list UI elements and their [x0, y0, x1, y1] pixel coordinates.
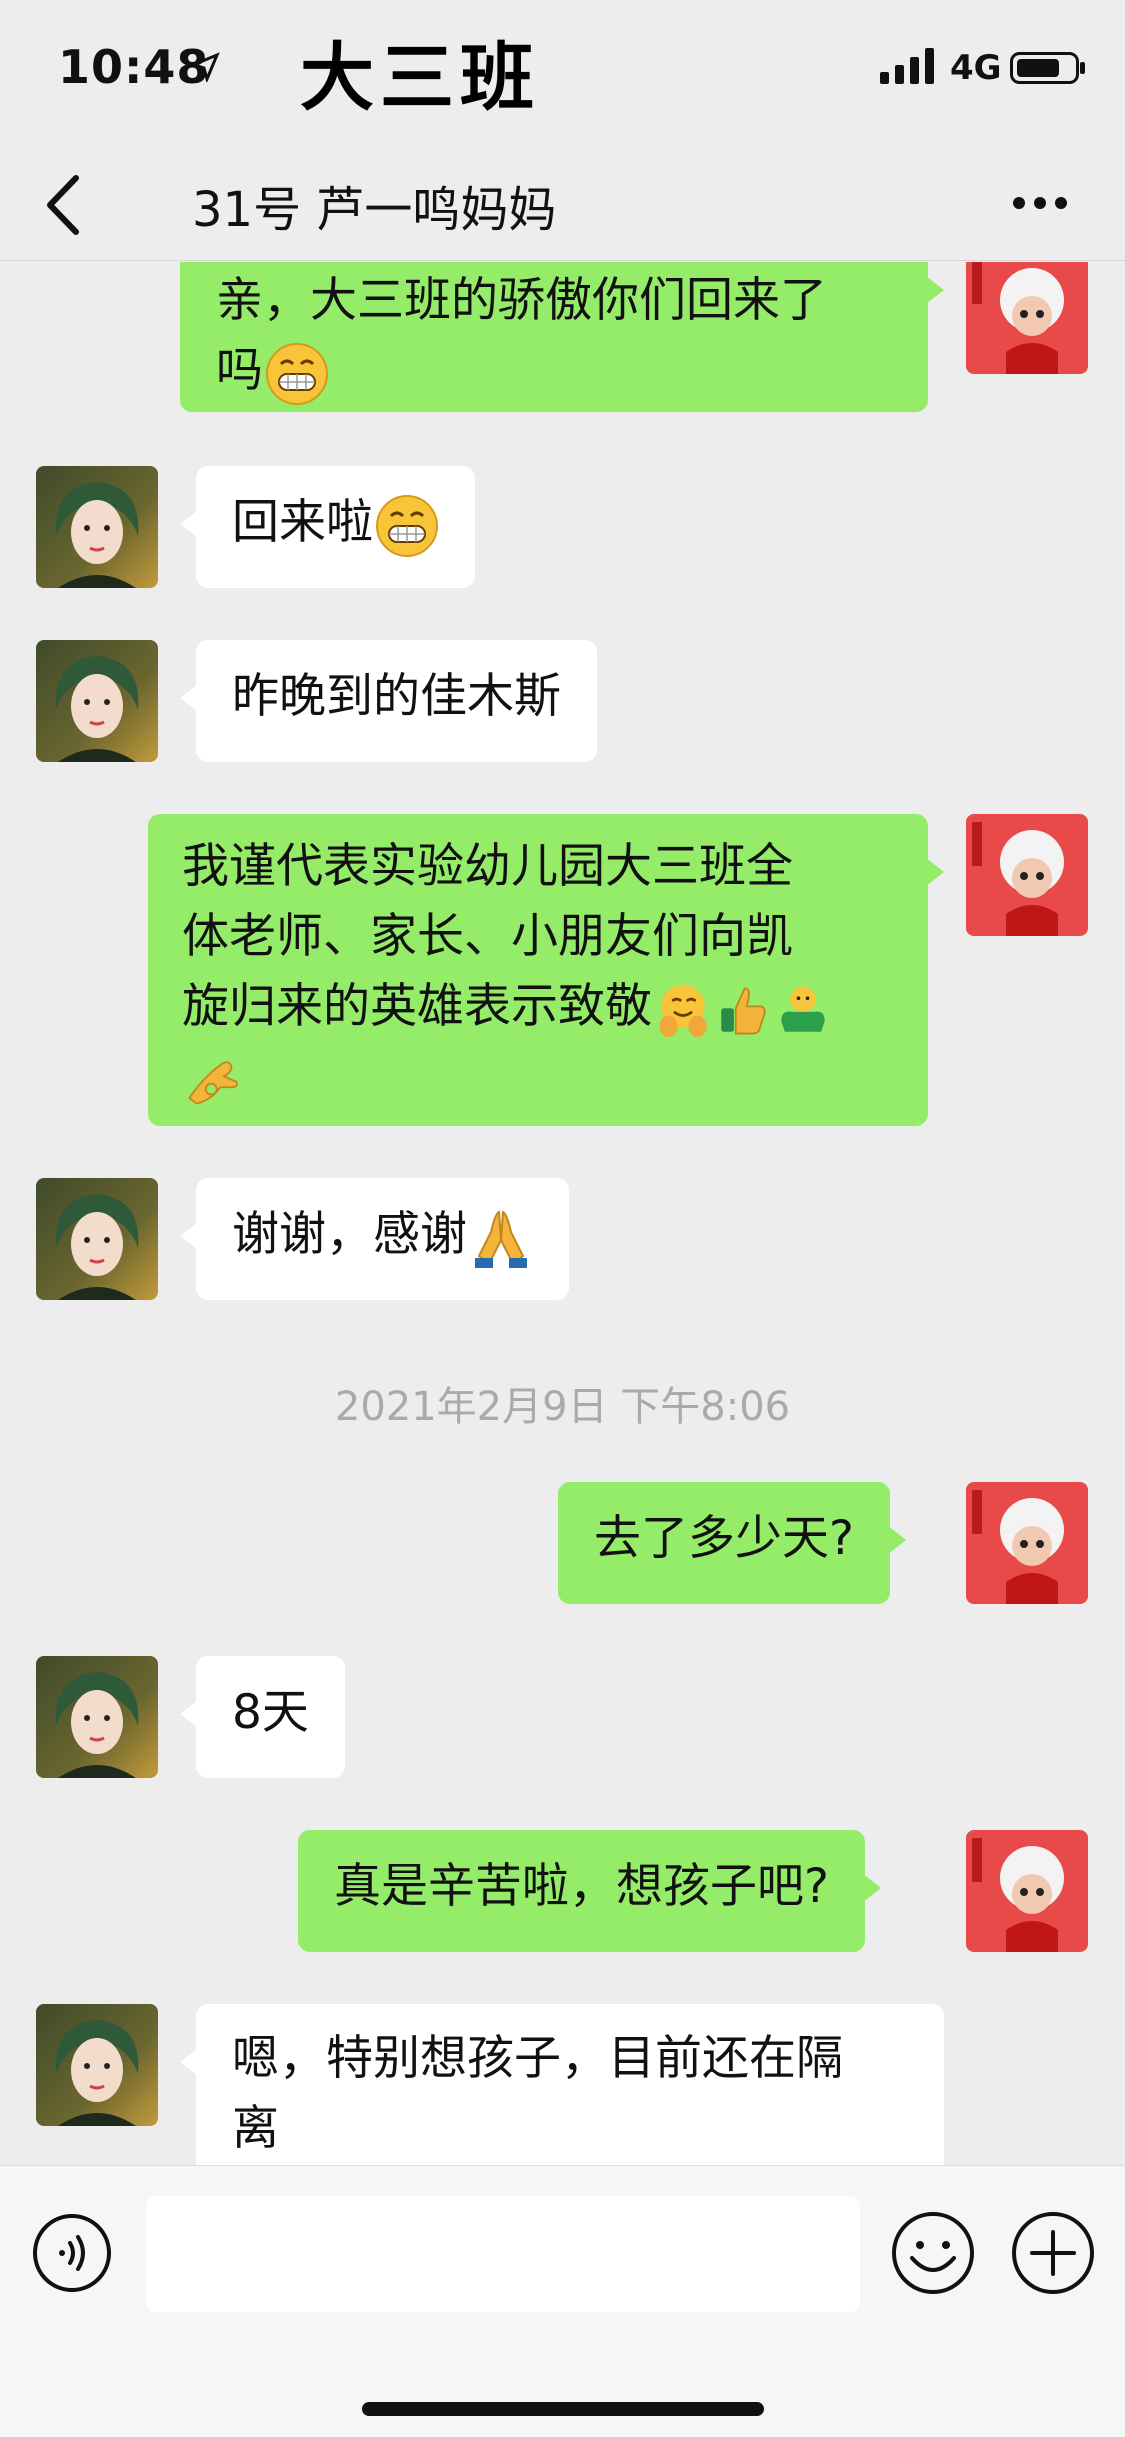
message-text: 吗: [216, 343, 263, 398]
message-text: 谢谢，感谢: [232, 1207, 467, 1262]
message-text: 回来啦: [232, 495, 373, 550]
message-text: 旋归来的英雄表示致敬: [182, 979, 652, 1034]
message-bubble-incoming[interactable]: 昨晚到的佳木斯: [180, 640, 597, 762]
contact-avatar[interactable]: [36, 1178, 158, 1300]
status-bar: 10:48 大三班 4G: [0, 0, 1125, 140]
message-text-input[interactable]: [146, 2196, 860, 2312]
status-time: 10:48: [58, 40, 210, 94]
grinning-emoji-icon: [266, 342, 328, 405]
message-text: 真是辛苦啦，想孩子吧?: [334, 1859, 829, 1914]
home-indicator: [362, 2402, 764, 2416]
contact-avatar[interactable]: [36, 1656, 158, 1778]
message-bubble-incoming[interactable]: 8天: [180, 1656, 345, 1778]
location-arrow-icon: [190, 52, 220, 82]
praying-hands-emoji-icon: [475, 1209, 527, 1268]
my-avatar[interactable]: [966, 1830, 1088, 1952]
contact-avatar[interactable]: [36, 640, 158, 762]
add-attachment-icon[interactable]: [1010, 2210, 1096, 2296]
voice-input-icon[interactable]: [32, 2213, 112, 2293]
thumbs-up-emoji-icon: [721, 986, 766, 1034]
network-type: 4G: [950, 48, 1002, 88]
message-text: 去了多少天?: [594, 1511, 854, 1566]
message-text: 昨晚到的佳木斯: [232, 669, 561, 724]
my-avatar[interactable]: [966, 814, 1088, 936]
overlay-title: 大三班: [300, 35, 540, 121]
message-bubble-outgoing[interactable]: 我谨代表实验幼儿园大三班全 体老师、家长、小朋友们向凯 旋归来的英雄表示致敬: [148, 814, 944, 1126]
message-text: 我谨代表实验幼儿园大三班全: [182, 839, 793, 894]
message-bubble-outgoing[interactable]: 亲，大三班的骄傲你们回来了 吗: [180, 262, 944, 412]
more-options-icon[interactable]: [1010, 194, 1070, 212]
message-text: 离: [232, 2101, 279, 2156]
back-icon[interactable]: [40, 172, 86, 238]
contact-avatar[interactable]: [36, 466, 158, 588]
emoji-picker-icon[interactable]: [890, 2210, 976, 2296]
message-bubble-incoming[interactable]: 回来啦: [180, 466, 475, 588]
chat-header: 31号 芦一鸣妈妈: [0, 150, 1125, 261]
my-avatar[interactable]: [966, 262, 1088, 374]
grinning-emoji-icon: [376, 494, 438, 557]
message-text: 嗯，特别想孩子，目前还在隔: [232, 2031, 843, 2086]
my-avatar[interactable]: [966, 1482, 1088, 1604]
battery-icon: [1010, 52, 1085, 84]
message-input-bar: [0, 2165, 1125, 2437]
contact-avatar[interactable]: [36, 2004, 158, 2126]
ok-hand-emoji-icon: [188, 1060, 238, 1105]
signal-icon: [880, 48, 934, 84]
message-text: 亲，大三班的骄傲你们回来了: [216, 273, 827, 328]
message-bubble-incoming[interactable]: 嗯，特别想孩子，目前还在隔 离: [180, 2004, 944, 2165]
message-bubble-outgoing[interactable]: 真是辛苦啦，想孩子吧?: [298, 1830, 881, 1952]
chat-title: 31号 芦一鸣妈妈: [192, 182, 557, 238]
message-timestamp: 2021年2月9日 下午8:06: [334, 1384, 791, 1430]
message-text: 体老师、家长、小朋友们向凯: [182, 909, 793, 964]
strong-emoji-icon: [781, 985, 825, 1032]
message-text: 8天: [232, 1685, 309, 1740]
message-bubble-incoming[interactable]: 谢谢，感谢: [180, 1178, 569, 1300]
chat-message-list[interactable]: 亲，大三班的骄傲你们回来了 吗 回来啦 昨晚到的佳木斯 我谨代表实验幼儿园大三班…: [0, 262, 1125, 2165]
hugging-face-emoji-icon: [659, 984, 707, 1037]
message-bubble-outgoing[interactable]: 去了多少天?: [558, 1482, 906, 1604]
